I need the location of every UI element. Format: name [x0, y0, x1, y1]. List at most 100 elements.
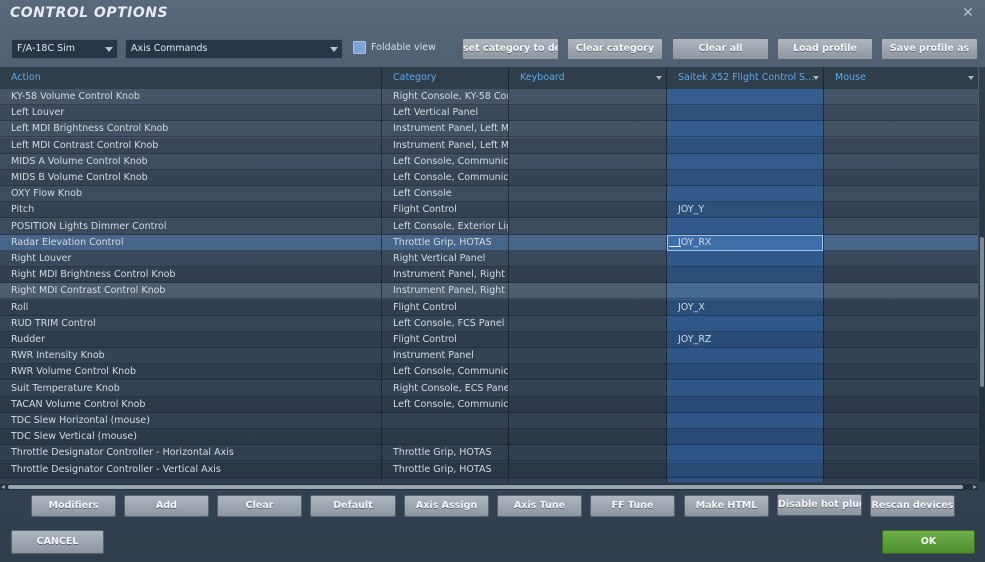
action-cell[interactable]: Radar Elevation Control — [0, 235, 381, 251]
mouse-cell[interactable] — [824, 235, 978, 251]
table-row[interactable]: Suit Temperature Knob Right Console, ECS … — [0, 380, 978, 397]
rescan-devices-button[interactable]: Rescan devices — [870, 495, 955, 517]
modifiers-button[interactable]: Modifiers — [31, 495, 116, 517]
mouse-cell[interactable] — [824, 202, 978, 218]
scroll-left-icon[interactable] — [1, 485, 5, 489]
keyboard-cell[interactable] — [509, 121, 666, 137]
table-row[interactable]: Right Louver Right Vertical Panel — [0, 251, 978, 267]
joystick-cell[interactable] — [667, 283, 823, 299]
category-cell[interactable] — [382, 413, 508, 429]
joystick-cell[interactable] — [667, 381, 823, 397]
keyboard-cell[interactable] — [509, 219, 666, 235]
mouse-cell[interactable] — [824, 332, 978, 348]
joystick-cell[interactable] — [667, 429, 823, 445]
action-cell[interactable]: POSITION Lights Dimmer Control — [0, 219, 381, 235]
mouse-cell[interactable] — [824, 478, 978, 482]
keyboard-cell[interactable] — [509, 89, 666, 105]
joystick-cell[interactable] — [667, 89, 823, 105]
mouse-cell[interactable] — [824, 397, 978, 413]
joystick-cell[interactable] — [667, 348, 823, 364]
joystick-cell[interactable] — [667, 251, 823, 267]
axis-tune-button[interactable]: Axis Tune — [497, 495, 582, 517]
category-cell[interactable]: Flight Control — [382, 202, 508, 218]
keyboard-cell[interactable] — [509, 445, 666, 461]
mouse-cell[interactable] — [824, 105, 978, 121]
action-cell[interactable]: RUD TRIM Control — [0, 316, 381, 332]
table-row[interactable]: Throttle Designator Controller - Horizon… — [0, 445, 978, 462]
table-row[interactable]: POSITION Lights Dimmer Control Left Conso… — [0, 218, 978, 235]
action-cell[interactable]: Throttle Designator Controller - Horizon… — [0, 445, 381, 461]
keyboard-cell[interactable] — [509, 105, 666, 121]
column-header-keyboard[interactable]: Keyboard — [509, 67, 666, 89]
joystick-cell[interactable] — [667, 170, 823, 186]
action-cell[interactable]: OXY Flow Knob — [0, 186, 381, 202]
action-cell[interactable]: Suit Temperature Knob — [0, 381, 381, 397]
action-cell[interactable]: Throttle Designator Controller - Vertica… — [0, 462, 381, 478]
joystick-cell[interactable] — [667, 267, 823, 283]
keyboard-cell[interactable] — [509, 251, 666, 267]
mouse-cell[interactable] — [824, 170, 978, 186]
keyboard-cell[interactable] — [509, 202, 666, 218]
joystick-cell[interactable] — [667, 186, 823, 202]
table-row[interactable]: Right MDI Contrast Control Knob Instrumen… — [0, 283, 978, 300]
table-row[interactable] — [0, 477, 978, 482]
mouse-cell[interactable] — [824, 364, 978, 380]
table-row[interactable]: KY-58 Volume Control Knob Right Console, … — [0, 89, 978, 105]
table-row[interactable]: Left Louver Left Vertical Panel — [0, 105, 978, 122]
table-row[interactable]: RWR Volume Control Knob Left Console, Com… — [0, 364, 978, 381]
action-cell[interactable]: TACAN Volume Control Knob — [0, 397, 381, 413]
save-profile-as-button[interactable]: Save profile as — [881, 38, 978, 60]
joystick-cell[interactable] — [667, 219, 823, 235]
table-row[interactable]: Left MDI Contrast Control Knob Instrument… — [0, 137, 978, 154]
mouse-cell[interactable] — [824, 121, 978, 137]
mouse-cell[interactable] — [824, 429, 978, 445]
column-header-action[interactable]: Action — [0, 67, 381, 89]
table-row[interactable]: TACAN Volume Control Knob Left Console, C… — [0, 396, 978, 413]
category-cell[interactable] — [382, 478, 508, 482]
ok-button[interactable]: OK — [882, 530, 975, 554]
table-row[interactable]: TDC Slew Vertical (mouse) — [0, 429, 978, 446]
joystick-cell[interactable]: JOY_RX — [667, 235, 823, 251]
keyboard-cell[interactable] — [509, 364, 666, 380]
table-row[interactable]: Roll Flight Control JOY_X — [0, 299, 978, 316]
keyboard-cell[interactable] — [509, 186, 666, 202]
table-row[interactable]: TDC Slew Horizontal (mouse) — [0, 413, 978, 429]
action-cell[interactable]: TDC Slew Vertical (mouse) — [0, 429, 381, 445]
keyboard-cell[interactable] — [509, 429, 666, 445]
action-cell[interactable] — [0, 478, 381, 482]
table-row[interactable]: RWR Intensity Knob Instrument Panel — [0, 348, 978, 365]
keyboard-cell[interactable] — [509, 267, 666, 283]
joystick-cell[interactable]: JOY_RZ — [667, 332, 823, 348]
keyboard-cell[interactable] — [509, 478, 666, 482]
action-cell[interactable]: MIDS A Volume Control Knob — [0, 154, 381, 170]
category-cell[interactable]: Throttle Grip, HOTAS — [382, 235, 508, 251]
table-row[interactable]: Right MDI Brightness Control Knob Instrum… — [0, 267, 978, 284]
action-cell[interactable]: RWR Intensity Knob — [0, 348, 381, 364]
keyboard-cell[interactable] — [509, 381, 666, 397]
keyboard-cell[interactable] — [509, 348, 666, 364]
category-cell[interactable]: Instrument Panel — [382, 348, 508, 364]
action-cell[interactable]: Pitch — [0, 202, 381, 218]
joystick-cell[interactable] — [667, 478, 823, 482]
joystick-cell[interactable]: JOY_X — [667, 300, 823, 316]
category-cell[interactable]: Left Vertical Panel — [382, 105, 508, 121]
category-cell[interactable]: Left Console, Communicat — [382, 397, 508, 413]
category-cell[interactable] — [382, 429, 508, 445]
category-cell[interactable]: Throttle Grip, HOTAS — [382, 462, 508, 478]
vertical-scrollbar-thumb[interactable] — [980, 237, 984, 387]
horizontal-scrollbar[interactable] — [0, 484, 978, 490]
action-cell[interactable]: Left MDI Brightness Control Knob — [0, 121, 381, 137]
ff-tune-button[interactable]: FF Tune — [590, 495, 675, 517]
mouse-cell[interactable] — [824, 89, 978, 105]
joystick-cell[interactable] — [667, 316, 823, 332]
joystick-cell[interactable] — [667, 138, 823, 154]
clear-button[interactable]: Clear — [217, 495, 302, 517]
joystick-cell[interactable] — [667, 364, 823, 380]
category-cell[interactable]: Instrument Panel, Left MD — [382, 121, 508, 137]
joystick-cell[interactable] — [667, 445, 823, 461]
category-cell[interactable]: Left Console, Communicat — [382, 154, 508, 170]
action-cell[interactable]: Rudder — [0, 332, 381, 348]
keyboard-cell[interactable] — [509, 462, 666, 478]
close-icon[interactable]: ✕ — [961, 5, 975, 21]
action-cell[interactable]: KY-58 Volume Control Knob — [0, 89, 381, 105]
